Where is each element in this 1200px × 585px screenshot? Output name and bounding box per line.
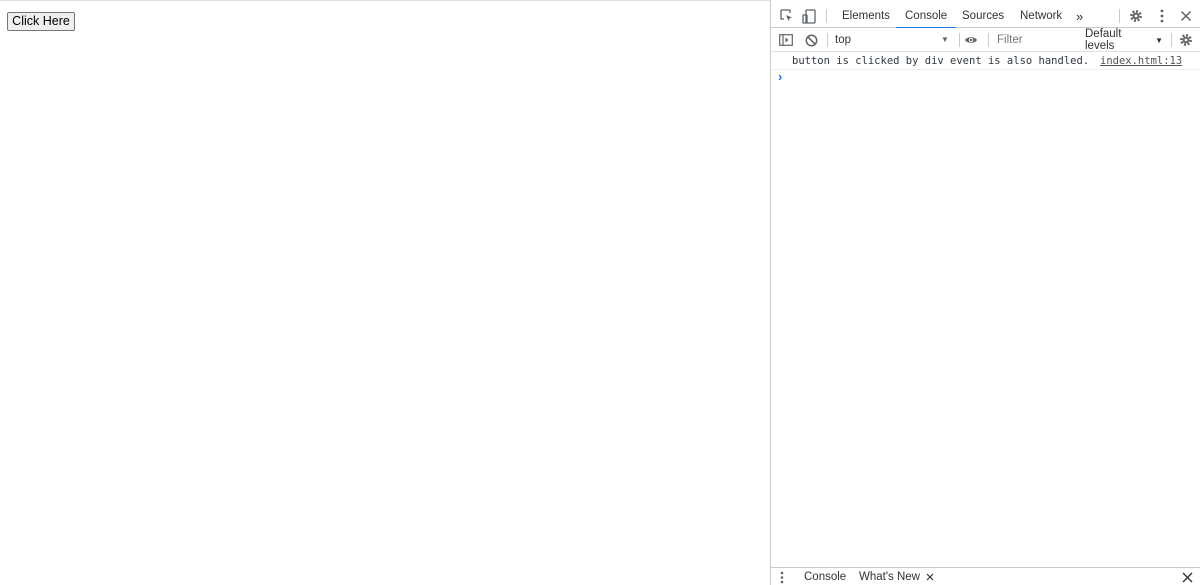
tab-label: Console bbox=[905, 10, 948, 22]
log-levels-dropdown[interactable]: Default levels ▼ bbox=[1079, 28, 1163, 52]
drawer-tab-label: Console bbox=[804, 571, 847, 583]
toolbar-separator bbox=[959, 33, 960, 47]
log-levels-label: Default levels bbox=[1085, 28, 1122, 52]
device-toolbar-icon[interactable] bbox=[801, 8, 817, 24]
tab-sources[interactable]: Sources bbox=[962, 4, 1004, 28]
kebab-menu-icon[interactable] bbox=[1154, 8, 1170, 24]
clear-console-icon[interactable] bbox=[803, 32, 819, 48]
toolbar-separator bbox=[988, 33, 989, 47]
close-tab-icon[interactable] bbox=[926, 573, 934, 581]
drawer-tab-label: What's New bbox=[859, 571, 920, 583]
toolbar-separator bbox=[1171, 33, 1172, 47]
dropdown-arrow-icon: ▼ bbox=[941, 35, 949, 44]
inspect-element-icon[interactable] bbox=[779, 8, 795, 24]
console-prompt-chevron-icon: › bbox=[778, 69, 783, 84]
devtools-drawer-tabbar: Console What's New bbox=[771, 567, 1200, 585]
console-input[interactable] bbox=[793, 70, 1193, 86]
toolbar-separator bbox=[827, 33, 828, 47]
console-message-text: button is clicked by div event is also h… bbox=[792, 55, 1090, 67]
tab-label: Network bbox=[1020, 10, 1063, 22]
drawer-tab-console[interactable]: Console bbox=[804, 568, 846, 585]
tab-label: Sources bbox=[962, 10, 1005, 22]
console-settings-gear-icon[interactable] bbox=[1178, 32, 1194, 48]
tab-label: Elements bbox=[842, 10, 890, 22]
devtools-tabbar: Elements Console Sources Network » bbox=[771, 4, 1200, 29]
sidebar-toggle-icon[interactable] bbox=[778, 32, 794, 48]
drawer-menu-icon[interactable] bbox=[780, 570, 784, 584]
tab-network[interactable]: Network bbox=[1020, 4, 1062, 28]
context-selector-value: top bbox=[835, 34, 851, 46]
filter-input[interactable] bbox=[993, 31, 1077, 49]
tabbar-separator bbox=[826, 9, 827, 23]
close-drawer-icon[interactable] bbox=[1180, 570, 1194, 584]
eye-icon[interactable] bbox=[963, 32, 979, 48]
console-toolbar: top ▼ Default levels ▼ bbox=[771, 28, 1200, 52]
tab-console[interactable]: Console bbox=[896, 4, 957, 29]
tabbar-separator bbox=[1119, 9, 1120, 23]
more-tabs-button[interactable]: » bbox=[1076, 4, 1083, 28]
console-message-source-link[interactable]: index.html:13 bbox=[1100, 55, 1182, 67]
console-message: button is clicked by div event is also h… bbox=[771, 52, 1200, 70]
click-here-button[interactable]: Click Here bbox=[7, 12, 75, 31]
devtools-panel: Elements Console Sources Network » top ▼… bbox=[770, 0, 1200, 585]
close-icon[interactable] bbox=[1178, 8, 1194, 24]
tab-elements[interactable]: Elements bbox=[842, 4, 890, 28]
page-viewport: Click Here bbox=[0, 0, 770, 585]
chevron-double-right-icon: » bbox=[1076, 8, 1084, 24]
gear-icon[interactable] bbox=[1128, 8, 1144, 24]
drawer-tab-whats-new[interactable]: What's New bbox=[859, 568, 934, 585]
dropdown-arrow-icon: ▼ bbox=[1155, 35, 1163, 45]
context-selector[interactable]: top ▼ bbox=[831, 30, 951, 50]
